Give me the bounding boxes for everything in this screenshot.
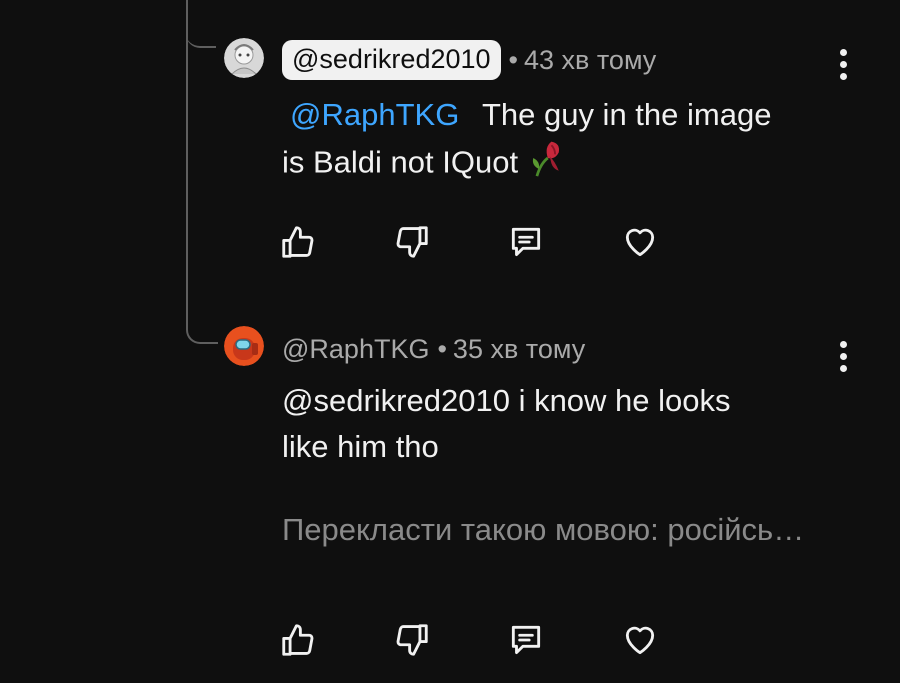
separator-dot: • — [508, 44, 518, 75]
reply-icon — [511, 625, 541, 655]
comment-header: @sedrikred2010 • 43 хв тому — [282, 40, 656, 80]
comment-line-1: @RaphTKG The guy in the image — [282, 92, 882, 138]
heart-icon — [625, 228, 655, 257]
comment-text: @sedrikred2010 i know he looks like him … — [282, 378, 882, 470]
like-icon — [282, 624, 314, 656]
thread-connector-1 — [186, 20, 216, 48]
comment-line-2: like him tho — [282, 424, 882, 470]
comment-text-line2: like him tho — [282, 429, 439, 464]
dot — [839, 364, 847, 372]
like-button[interactable] — [276, 220, 320, 264]
thread-connector-2 — [186, 318, 218, 344]
dislike-button[interactable] — [390, 618, 434, 662]
dot — [839, 72, 847, 80]
dislike-icon — [396, 624, 428, 656]
thread-line — [186, 0, 188, 330]
mention-link[interactable]: @sedrikred2010 — [282, 383, 510, 418]
comment-line-1: @sedrikred2010 i know he looks — [282, 378, 882, 424]
mention-link[interactable]: @RaphTKG — [290, 97, 459, 132]
comment-actions — [276, 220, 732, 264]
dislike-button[interactable] — [390, 220, 434, 264]
wilted-flower-icon — [527, 138, 565, 191]
heart-button[interactable] — [618, 618, 662, 662]
timestamp: 35 хв тому — [452, 334, 586, 364]
comment-text-line1: i know he looks — [518, 383, 731, 418]
avatar-image-icon — [224, 38, 264, 78]
comment-text-line1: The guy in the image — [481, 97, 772, 132]
comment-text-line2: is Baldi not IQuot — [282, 144, 519, 180]
author-name[interactable]: @sedrikred2010 — [282, 40, 501, 80]
dot — [839, 340, 847, 348]
more-options-button[interactable] — [831, 44, 855, 84]
reply-button[interactable] — [504, 618, 548, 662]
like-icon — [282, 226, 314, 258]
comment-line-2: is Baldi not IQuot — [282, 138, 882, 191]
dot — [839, 48, 847, 56]
separator-dot: • — [437, 334, 447, 364]
avatar[interactable] — [224, 38, 264, 78]
like-button[interactable] — [276, 618, 320, 662]
comment-actions — [276, 618, 732, 662]
dislike-icon — [396, 226, 428, 258]
comment-header: @RaphTKG • 35 хв тому — [282, 334, 585, 365]
reply-button[interactable] — [504, 220, 548, 264]
translate-link[interactable]: Перекласти такою мовою: російсь… — [282, 512, 804, 548]
avatar[interactable] — [224, 326, 264, 366]
timestamp: 43 хв тому — [523, 44, 657, 75]
heart-button[interactable] — [618, 220, 662, 264]
author-name[interactable]: @RaphTKG — [282, 334, 429, 365]
more-options-button[interactable] — [831, 336, 855, 376]
comment-text: @RaphTKG The guy in the image is Baldi n… — [282, 92, 882, 191]
dot — [839, 60, 847, 68]
reply-icon — [511, 227, 541, 257]
crewmate-avatar-icon — [224, 326, 264, 366]
heart-icon — [625, 626, 655, 655]
dot — [839, 352, 847, 360]
